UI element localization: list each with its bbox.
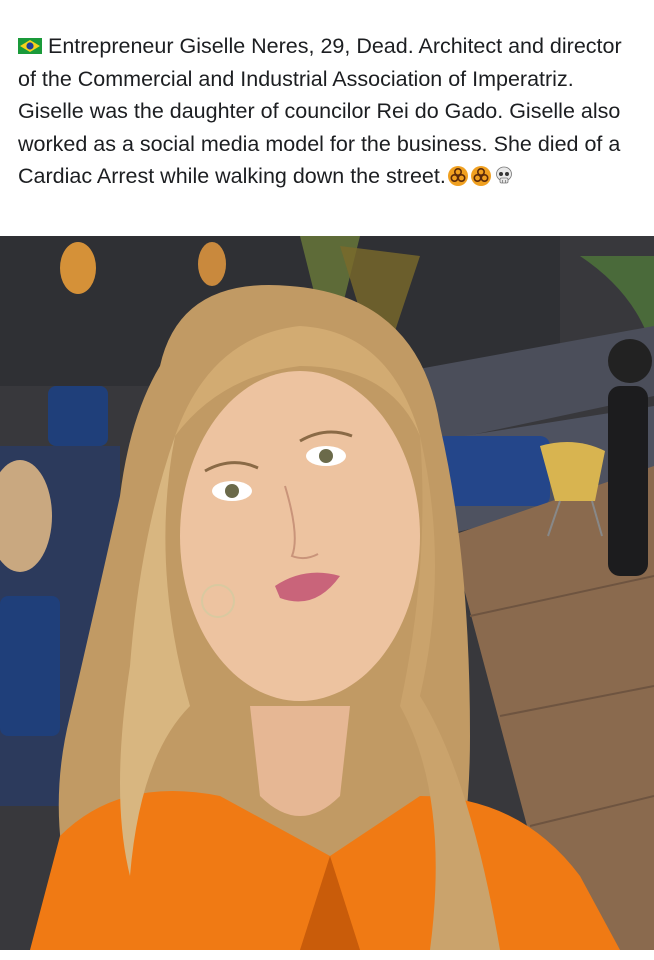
biohazard-icon [447, 164, 469, 186]
skull-icon [493, 164, 515, 186]
caption-text: Entrepreneur Giselle Neres, 29, Dead. Ar… [18, 34, 622, 188]
post-photo[interactable] [0, 236, 654, 950]
brazil-flag-icon [18, 31, 42, 54]
post-caption: Entrepreneur Giselle Neres, 29, Dead. Ar… [18, 30, 638, 193]
biohazard-icon [470, 164, 492, 186]
